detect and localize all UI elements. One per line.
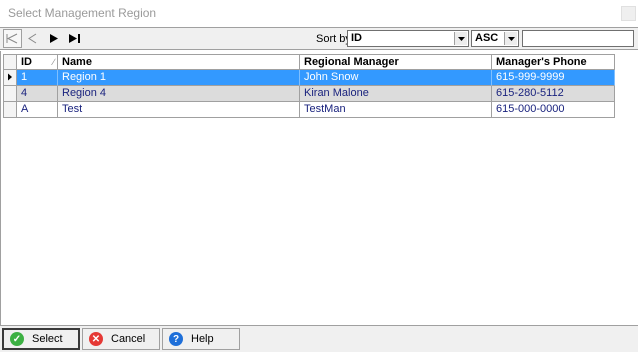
cell-managers-phone: 615-999-9999: [492, 70, 615, 86]
last-record-button[interactable]: [65, 29, 84, 48]
sort-by-label: Sort by: [316, 33, 351, 45]
checkmark-icon: ✓: [10, 332, 24, 346]
title-bar: Select Management Region: [0, 0, 638, 26]
window-title: Select Management Region: [8, 6, 157, 20]
sort-indicator-icon: ∕: [53, 57, 55, 67]
button-bar: ✓ Select ✕ Cancel ? Help: [0, 325, 638, 352]
last-record-icon: [69, 34, 80, 43]
cell-regional-manager: Kiran Malone: [300, 86, 492, 102]
cell-id: A: [17, 102, 58, 118]
sort-order-select[interactable]: ASC: [471, 30, 519, 47]
cell-id: 1: [17, 70, 58, 86]
cell-regional-manager: TestMan: [300, 102, 492, 118]
sort-field-value: ID: [351, 32, 362, 44]
next-record-button[interactable]: [44, 29, 63, 48]
column-header-id[interactable]: ID ∕: [17, 54, 58, 70]
filter-input[interactable]: [522, 30, 634, 47]
next-record-icon: [50, 34, 58, 43]
chevron-down-icon[interactable]: [504, 32, 517, 45]
previous-record-button[interactable]: [23, 29, 42, 48]
first-record-icon: [6, 33, 18, 44]
navigation-toolbar: Sort by ID ASC: [0, 27, 638, 50]
column-header-regional-manager[interactable]: Regional Manager: [300, 54, 492, 70]
cell-managers-phone: 615-000-0000: [492, 102, 615, 118]
sort-field-select[interactable]: ID: [347, 30, 469, 47]
previous-record-icon: [28, 33, 37, 44]
cell-name: Region 1: [58, 70, 300, 86]
grid-header-row: ID ∕ Name Regional Manager Manager's Pho…: [1, 54, 615, 70]
cell-name: Region 4: [58, 86, 300, 102]
sort-order-value: ASC: [475, 32, 499, 44]
cell-id: 4: [17, 86, 58, 102]
column-header-managers-phone[interactable]: Manager's Phone: [492, 54, 615, 70]
cancel-icon: ✕: [89, 332, 103, 346]
table-row[interactable]: 1 Region 1 John Snow 615-999-9999: [1, 70, 615, 86]
help-icon: ?: [169, 332, 183, 346]
table-row[interactable]: 4 Region 4 Kiran Malone 615-280-5112: [1, 86, 615, 102]
help-button[interactable]: ? Help: [162, 328, 240, 350]
first-record-button[interactable]: [3, 29, 22, 48]
column-header-name[interactable]: Name: [58, 54, 300, 70]
table-row[interactable]: A Test TestMan 615-000-0000: [1, 102, 615, 118]
region-grid: ID ∕ Name Regional Manager Manager's Pho…: [0, 51, 638, 325]
select-button[interactable]: ✓ Select: [2, 328, 80, 350]
cell-managers-phone: 615-280-5112: [492, 86, 615, 102]
close-button[interactable]: [621, 6, 636, 21]
cell-regional-manager: John Snow: [300, 70, 492, 86]
cancel-button[interactable]: ✕ Cancel: [82, 328, 160, 350]
chevron-down-icon[interactable]: [454, 32, 467, 45]
cell-name: Test: [58, 102, 300, 118]
